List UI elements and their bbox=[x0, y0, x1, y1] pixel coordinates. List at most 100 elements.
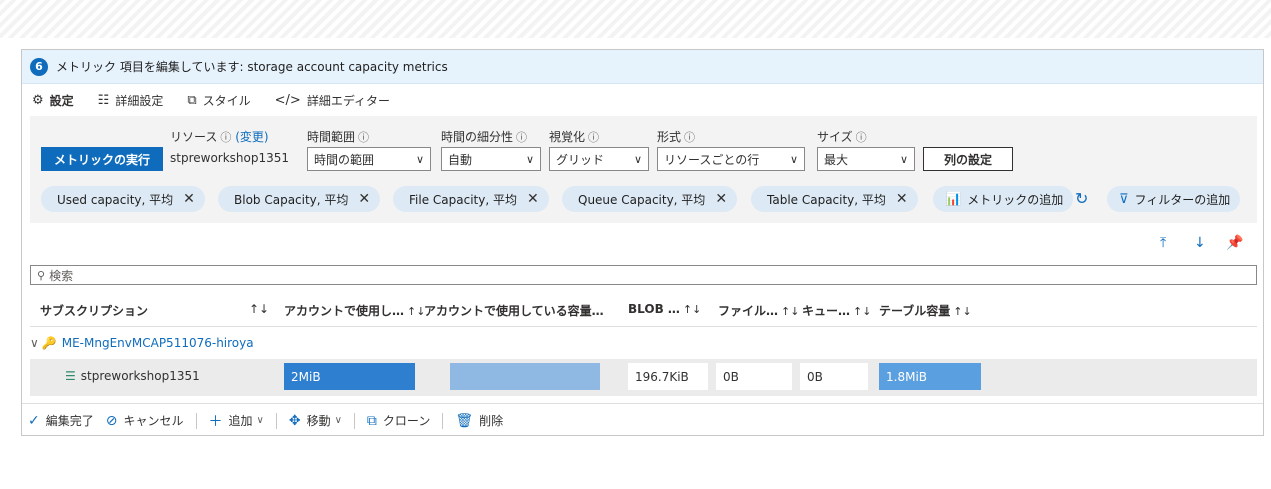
granularity-label-group: 時間の細分性 ⓘ bbox=[441, 128, 527, 145]
step-badge: 6 bbox=[30, 57, 48, 76]
divider bbox=[275, 412, 277, 429]
add-metric-button[interactable]: 📊 メトリックの追加 bbox=[933, 186, 1074, 212]
move-button[interactable]: ✥ 移動 ∨ bbox=[289, 412, 342, 429]
checkmark-icon: ✓ bbox=[28, 412, 40, 429]
move-label: 移動 bbox=[306, 414, 331, 428]
resource-change-link[interactable]: (変更) bbox=[235, 130, 268, 144]
format-select[interactable]: リソースごとの行 ∨ bbox=[657, 147, 805, 171]
format-value: リソースごとの行 bbox=[664, 152, 760, 167]
editor-title: メトリック 項目を編集しています: storage account capaci… bbox=[56, 60, 448, 74]
cancel-button[interactable]: ⊘ キャンセル bbox=[106, 412, 184, 429]
info-icon: ⓘ bbox=[516, 131, 528, 144]
resource-label-group: リソース ⓘ (変更) bbox=[170, 128, 269, 145]
column-header-file[interactable]: ファイル… ↑↓ bbox=[718, 302, 799, 319]
metric-pill-blob-capacity[interactable]: Blob Capacity, 平均 ✕ bbox=[218, 186, 381, 212]
close-icon[interactable]: ✕ bbox=[358, 191, 370, 207]
subscription-name: ME-MngEnvMCAP511076-hiroya bbox=[61, 336, 254, 350]
info-icon: ⓘ bbox=[855, 131, 867, 144]
delete-button[interactable]: 🗑 削除 bbox=[455, 412, 503, 429]
download-icon[interactable]: ↓ bbox=[1194, 235, 1206, 251]
cell-value: 0B bbox=[807, 369, 823, 384]
file-capacity-cell: 0B bbox=[716, 363, 792, 390]
cell-value: 0B bbox=[723, 369, 739, 384]
sort-icon: ↑↓ bbox=[407, 305, 426, 318]
sort-icon: ↑↓ bbox=[853, 305, 872, 318]
sliders-icon: ☷ bbox=[97, 92, 110, 108]
chevron-down-icon[interactable]: ∨ bbox=[30, 336, 39, 350]
chevron-down-icon: ∨ bbox=[334, 415, 342, 426]
info-icon: ⓘ bbox=[358, 131, 370, 144]
search-placeholder: 検索 bbox=[49, 268, 74, 283]
column-header-label: ファイル… bbox=[718, 304, 779, 318]
refresh-icon[interactable]: ↻ bbox=[1075, 189, 1088, 208]
add-label: 追加 bbox=[228, 414, 253, 428]
visualization-select[interactable]: グリッド ∨ bbox=[549, 147, 649, 171]
cell-value: 196.7KiB bbox=[635, 369, 689, 384]
column-header-queue[interactable]: キュー… ↑↓ bbox=[802, 302, 871, 319]
used-capacity-bar-cell bbox=[450, 363, 600, 390]
metric-pill-label: Blob Capacity, 平均 bbox=[234, 192, 349, 207]
clone-button[interactable]: ⧉ クローン bbox=[367, 412, 430, 429]
pin-icon[interactable]: 📌 bbox=[1226, 235, 1243, 251]
metric-pill-table-capacity[interactable]: Table Capacity, 平均 ✕ bbox=[751, 186, 918, 212]
trash-icon: 🗑 bbox=[455, 412, 474, 429]
tab-style[interactable]: ⧉ スタイル bbox=[187, 92, 250, 109]
add-button[interactable]: ＋ 追加 ∨ bbox=[209, 411, 264, 431]
resource-cell: ☰ stpreworkshop1351 bbox=[65, 369, 200, 383]
cell-value: 1.8MiB bbox=[886, 369, 928, 384]
tab-advanced-editor[interactable]: </> 詳細エディター bbox=[275, 92, 390, 109]
column-header-blob[interactable]: BLOB … ↑↓ bbox=[628, 302, 701, 316]
close-icon[interactable]: ✕ bbox=[527, 191, 539, 207]
search-icon: ⚲ bbox=[37, 268, 46, 282]
subscription-group-row[interactable]: ∨ 🔑 ME-MngEnvMCAP511076-hiroya bbox=[30, 332, 254, 354]
close-icon[interactable]: ✕ bbox=[715, 191, 727, 207]
format-label: 形式 bbox=[657, 130, 682, 144]
code-icon: </> bbox=[274, 92, 301, 108]
scroll-top-icon[interactable]: ⤒ bbox=[1160, 235, 1166, 251]
cancel-label: キャンセル bbox=[123, 414, 184, 428]
size-select[interactable]: 最大 ∨ bbox=[817, 147, 915, 171]
column-settings-button[interactable]: 列の設定 bbox=[923, 147, 1013, 171]
move-icon: ✥ bbox=[288, 412, 301, 429]
editor-footer-toolbar: ✓ 編集完了 ⊘ キャンセル ＋ 追加 ∨ ✥ 移動 ∨ ⧉ クローン 🗑 削除 bbox=[22, 403, 1263, 435]
granularity-select[interactable]: 自動 ∨ bbox=[441, 147, 541, 171]
chevron-down-icon: ∨ bbox=[789, 152, 798, 166]
chevron-down-icon: ∨ bbox=[256, 415, 264, 426]
header-divider bbox=[30, 326, 1257, 327]
metric-pill-file-capacity[interactable]: File Capacity, 平均 ✕ bbox=[393, 186, 549, 212]
editor-titlebar: 6 メトリック 項目を編集しています: storage account capa… bbox=[22, 50, 1263, 84]
add-filter-button[interactable]: ⊽ フィルターの追加 bbox=[1107, 186, 1241, 212]
close-icon[interactable]: ✕ bbox=[183, 191, 195, 207]
chevron-down-icon: ∨ bbox=[525, 152, 534, 166]
granularity-label: 時間の細分性 bbox=[441, 130, 514, 144]
sort-icon: ↑↓ bbox=[953, 305, 972, 318]
size-label: サイズ bbox=[817, 130, 853, 144]
column-header-table[interactable]: テーブル容量 ↑↓ bbox=[879, 302, 972, 319]
used-capacity-cell: 2MiB bbox=[284, 363, 415, 390]
tab-advanced-settings[interactable]: ☷ 詳細設定 bbox=[98, 92, 164, 109]
add-metric-label: メトリックの追加 bbox=[967, 192, 1064, 207]
metric-pill-label: File Capacity, 平均 bbox=[409, 192, 517, 207]
key-icon: 🔑 bbox=[41, 336, 57, 350]
blob-capacity-cell: 196.7KiB bbox=[628, 363, 708, 390]
metric-pill-queue-capacity[interactable]: Queue Capacity, 平均 ✕ bbox=[562, 186, 738, 212]
editor-tabs: ⚙ 設定 ☷ 詳細設定 ⧉ スタイル </> 詳細エディター bbox=[22, 84, 1263, 116]
column-header-used-capacity-2[interactable]: アカウントで使用している容量… bbox=[424, 302, 604, 319]
search-input[interactable]: ⚲ 検索 bbox=[30, 265, 1257, 285]
time-range-select[interactable]: 時間の範囲 ∨ bbox=[307, 147, 431, 171]
metric-pill-label: Queue Capacity, 平均 bbox=[578, 192, 706, 207]
tab-advanced-label: 詳細設定 bbox=[115, 93, 164, 108]
column-header-label: アカウントで使用し… bbox=[284, 304, 405, 318]
column-header-used-capacity[interactable]: アカウントで使用し… ↑↓ bbox=[284, 302, 425, 319]
tab-settings[interactable]: ⚙ 設定 bbox=[32, 92, 74, 109]
done-editing-button[interactable]: ✓ 編集完了 bbox=[28, 412, 94, 429]
chevron-down-icon: ∨ bbox=[899, 152, 908, 166]
run-metrics-button[interactable]: メトリックの実行 bbox=[41, 147, 163, 171]
queue-capacity-cell: 0B bbox=[800, 363, 868, 390]
metric-pill-used-capacity[interactable]: Used capacity, 平均 ✕ bbox=[41, 186, 205, 212]
close-icon[interactable]: ✕ bbox=[896, 191, 908, 207]
column-header-subscription[interactable]: サブスクリプション bbox=[40, 302, 148, 319]
delete-label: 削除 bbox=[479, 414, 504, 428]
sort-icon[interactable]: ↑↓ bbox=[249, 302, 269, 316]
column-header-label: サブスクリプション bbox=[40, 304, 149, 318]
